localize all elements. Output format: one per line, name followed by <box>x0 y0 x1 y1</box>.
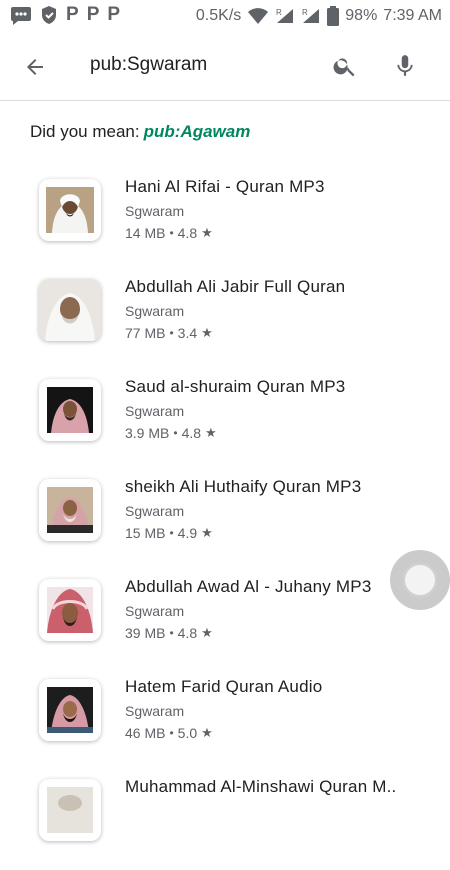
list-item[interactable]: Abdullah Awad Al - Juhany MP3 Sgwaram 39… <box>0 570 450 670</box>
search-button[interactable] <box>330 51 360 81</box>
app-title: Saud al-shuraim Quran MP3 <box>125 377 346 396</box>
assistive-touch-button[interactable] <box>390 550 450 610</box>
list-item[interactable]: Hani Al Rifai - Quran MP3 Sgwaram 14 MB … <box>0 170 450 270</box>
developer-name: Sgwaram <box>125 503 185 519</box>
system-status: 0.5K/s R R 98% 7:39 AM <box>196 0 442 32</box>
back-button[interactable] <box>20 52 50 82</box>
suggestion-link[interactable]: pub:Agawam <box>144 122 251 141</box>
app-icon <box>39 279 101 341</box>
app-rating: 4.8 <box>177 625 198 641</box>
search-bar: pub:Sgwaram <box>0 32 450 100</box>
signal-icon: R <box>275 7 295 25</box>
list-item[interactable]: sheikh Ali Huthaify Quran MP3 Sgwaram 15… <box>0 470 450 570</box>
app-title: Abdullah Awad Al - Juhany MP3 <box>125 577 372 596</box>
developer-name: Sgwaram <box>125 703 185 719</box>
shield-icon <box>40 5 58 25</box>
app-rating: 4.8 <box>181 425 202 441</box>
svg-text:R: R <box>302 8 308 17</box>
arrow-left-icon <box>27 59 43 75</box>
notification-icons: P P P <box>10 5 120 25</box>
p-icon: P <box>107 4 121 25</box>
app-rating: 3.4 <box>177 325 198 341</box>
voice-search-button[interactable] <box>390 51 420 81</box>
star-icon: ★ <box>201 325 213 340</box>
list-item[interactable]: Muhammad Al-Minshawi Quran M.. <box>0 770 450 870</box>
app-size: 39 MB <box>125 625 166 641</box>
app-icon <box>39 679 101 741</box>
chat-icon <box>10 5 32 25</box>
battery-icon <box>327 6 340 26</box>
app-size: 15 MB <box>125 525 166 541</box>
list-item[interactable]: Saud al-shuraim Quran MP3 Sgwaram 3.9 MB… <box>0 370 450 470</box>
app-meta: 39 MB • 4.8 ★ <box>125 625 213 641</box>
search-icon <box>333 58 355 77</box>
app-meta: 46 MB • 5.0 ★ <box>125 725 213 741</box>
app-icon <box>39 479 101 541</box>
did-you-mean: Did you mean: pub:Agawam <box>30 122 250 142</box>
header-divider <box>0 100 450 101</box>
clock: 7:39 AM <box>383 7 442 24</box>
p-icon: P <box>86 4 100 25</box>
app-meta: 15 MB • 4.9 ★ <box>125 525 213 541</box>
separator-dot: • <box>173 426 178 440</box>
developer-name: Sgwaram <box>125 603 185 619</box>
list-item[interactable]: Hatem Farid Quran Audio Sgwaram 46 MB • … <box>0 670 450 770</box>
assistive-touch-icon <box>402 562 438 598</box>
app-size: 46 MB <box>125 725 166 741</box>
svg-text:R: R <box>276 8 282 17</box>
separator-dot: • <box>169 726 174 740</box>
app-icon <box>39 779 101 841</box>
app-meta: 3.9 MB • 4.8 ★ <box>125 425 217 441</box>
star-icon: ★ <box>201 625 213 640</box>
app-rating: 4.8 <box>177 225 198 241</box>
app-rating: 5.0 <box>177 725 198 741</box>
app-size: 14 MB <box>125 225 166 241</box>
mic-icon <box>397 55 413 76</box>
star-icon: ★ <box>201 225 213 240</box>
app-rating: 4.9 <box>177 525 198 541</box>
app-icon <box>39 379 101 441</box>
app-size: 77 MB <box>125 325 166 341</box>
separator-dot: • <box>169 626 174 640</box>
star-icon: ★ <box>205 425 217 440</box>
app-list: Hani Al Rifai - Quran MP3 Sgwaram 14 MB … <box>0 170 450 870</box>
app-icon <box>39 579 101 641</box>
app-size: 3.9 MB <box>125 425 170 441</box>
separator-dot: • <box>169 326 174 340</box>
app-meta: 77 MB • 3.4 ★ <box>125 325 213 341</box>
list-item[interactable]: Abdullah Ali Jabir Full Quran Sgwaram 77… <box>0 270 450 370</box>
wifi-icon <box>247 7 269 25</box>
separator-dot: • <box>169 526 174 540</box>
search-input[interactable]: pub:Sgwaram <box>90 54 207 76</box>
developer-name: Sgwaram <box>125 303 185 319</box>
app-title: Abdullah Ali Jabir Full Quran <box>125 277 346 296</box>
did-you-mean-label: Did you mean: <box>30 122 140 141</box>
star-icon: ★ <box>201 725 213 740</box>
app-icon <box>39 179 101 241</box>
net-speed: 0.5K/s <box>195 7 242 24</box>
battery-percent: 98% <box>345 7 378 24</box>
app-title: Muhammad Al-Minshawi Quran M.. <box>125 777 397 796</box>
status-bar: P P P 0.5K/s R R 98% 7:39 AM <box>0 0 450 32</box>
developer-name: Sgwaram <box>125 203 185 219</box>
app-title: sheikh Ali Huthaify Quran MP3 <box>125 477 362 496</box>
signal-icon: R <box>301 7 321 25</box>
p-icon: P <box>66 4 79 25</box>
app-title: Hatem Farid Quran Audio <box>125 677 323 696</box>
developer-name: Sgwaram <box>125 403 185 419</box>
star-icon: ★ <box>201 525 213 540</box>
app-title: Hani Al Rifai - Quran MP3 <box>125 177 325 196</box>
app-meta: 14 MB • 4.8 ★ <box>125 225 213 241</box>
separator-dot: • <box>169 226 174 240</box>
